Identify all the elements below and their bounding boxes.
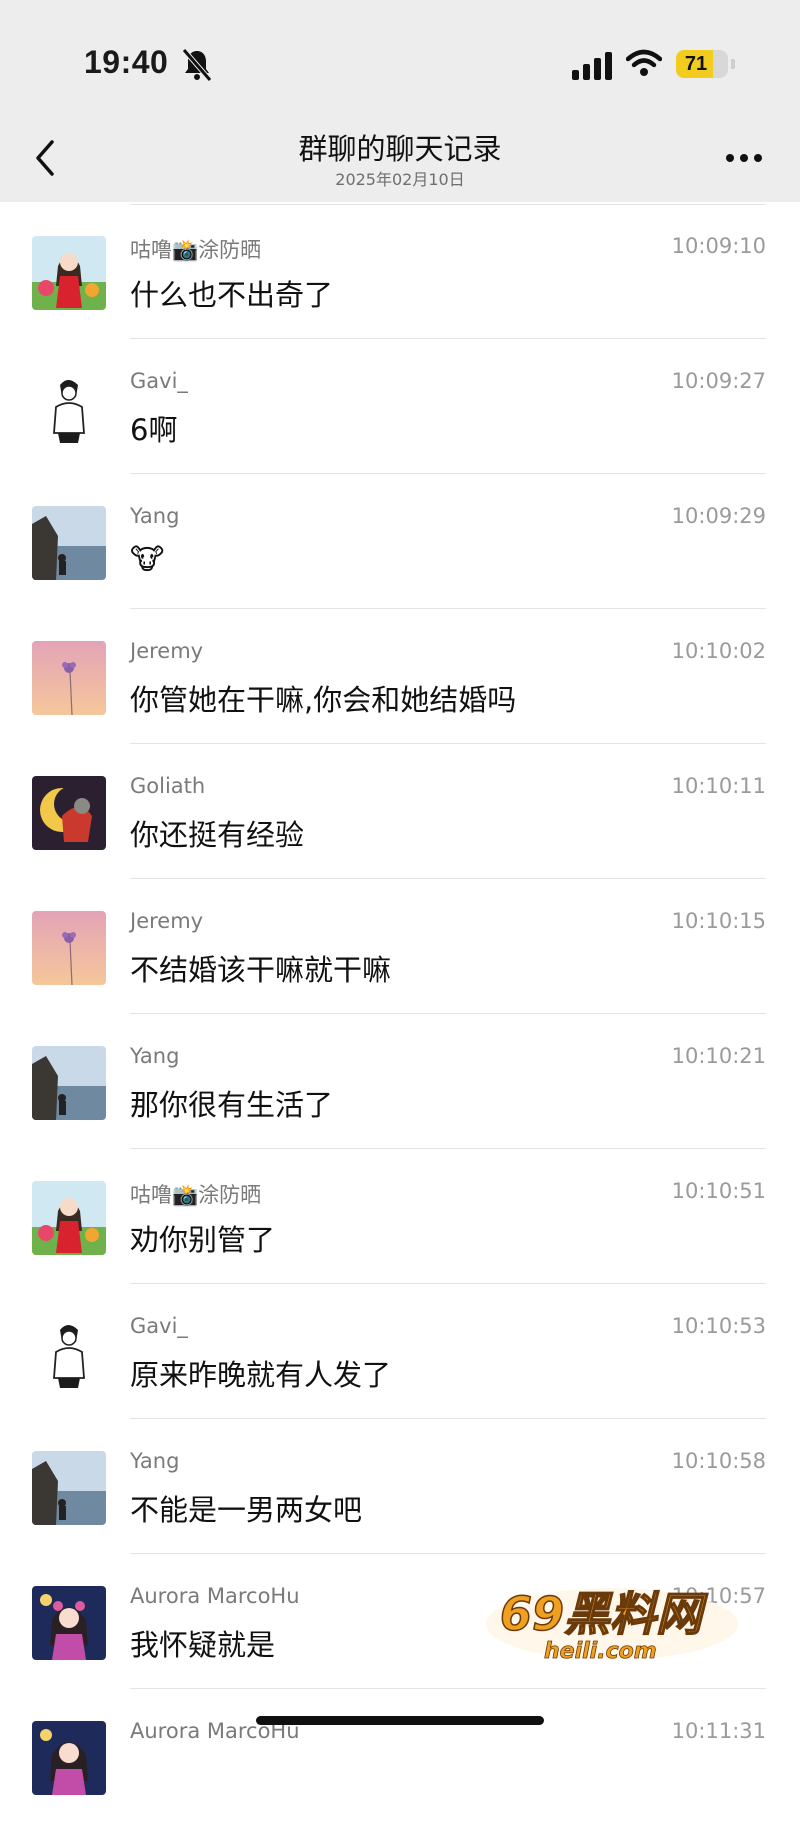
sender-name: Yang xyxy=(130,504,180,528)
status-bar: 19:40 71 xyxy=(0,0,800,110)
avatar[interactable] xyxy=(32,641,106,715)
message-text: 我怀疑就是 xyxy=(130,1628,276,1662)
message-text: 劝你别管了 xyxy=(130,1223,276,1257)
watermark-line1: 69黑料网 xyxy=(500,1587,708,1641)
avatar-flower-icon xyxy=(32,911,106,985)
status-time: 19:40 xyxy=(84,44,169,80)
page-subtitle: 2025年02月10日 xyxy=(335,170,465,189)
sender-name: 咕噜📸涂防晒 xyxy=(130,238,262,262)
message-text: 不结婚该干嘛就干嘛 xyxy=(130,953,392,987)
message-item[interactable]: Yang 10:09:29 🐮 xyxy=(0,474,800,609)
sender-name: Jeremy xyxy=(130,639,204,663)
message-text: 原来昨晚就有人发了 xyxy=(130,1358,392,1392)
message-item[interactable]: Jeremy 10:10:02 你管她在干嘛,你会和她结婚吗 xyxy=(0,609,800,744)
avatar-seaside-icon xyxy=(32,1046,106,1120)
avatar-moon-icon xyxy=(32,776,106,850)
message-item[interactable]: Gavi_ 10:10:53 原来昨晚就有人发了 xyxy=(0,1284,800,1419)
sender-name: Yang xyxy=(130,1449,180,1473)
message-time: 10:10:51 xyxy=(671,1179,766,1203)
avatar-sketch-icon xyxy=(32,371,106,445)
avatar-anime-icon xyxy=(32,1721,106,1795)
battery-indicator: 71 xyxy=(676,50,728,78)
avatar-anime-icon xyxy=(32,1586,106,1660)
signal-icon xyxy=(572,52,612,80)
sender-name: Yang xyxy=(130,1044,180,1068)
sender-name: Gavi_ xyxy=(130,369,188,393)
message-text: 🐮 xyxy=(130,542,165,576)
message-text: 6啊 xyxy=(130,413,178,447)
message-time: 10:10:21 xyxy=(671,1044,766,1068)
message-text: 那你很有生活了 xyxy=(130,1088,334,1122)
battery-cap xyxy=(731,59,735,69)
wifi-icon xyxy=(626,49,662,76)
message-time: 10:10:58 xyxy=(671,1449,766,1473)
avatar[interactable] xyxy=(32,1046,106,1120)
battery-level: 71 xyxy=(684,53,708,75)
avatar-girl-icon xyxy=(32,1181,106,1255)
message-item[interactable]: Gavi_ 10:09:27 6啊 xyxy=(0,339,800,474)
watermark-line2: heili.com xyxy=(544,1639,657,1664)
sender-name: Gavi_ xyxy=(130,1314,188,1338)
message-text: 什么也不出奇了 xyxy=(130,278,334,312)
message-time: 10:10:15 xyxy=(671,909,766,933)
message-time: 10:09:29 xyxy=(671,504,766,528)
avatar[interactable] xyxy=(32,371,106,445)
message-item[interactable]: Aurora MarcoHu 10:11:31 xyxy=(0,1689,800,1824)
bell-slash-icon xyxy=(182,48,212,82)
message-item[interactable]: 咕噜📸涂防晒 10:10:51 劝你别管了 xyxy=(0,1149,800,1284)
message-time: 10:09:27 xyxy=(671,369,766,393)
message-time: 10:10:53 xyxy=(671,1314,766,1338)
watermark-logo: 69黑料网 heili.com xyxy=(486,1586,738,1664)
message-item[interactable]: Goliath 10:10:11 你还挺有经验 xyxy=(0,744,800,879)
avatar[interactable] xyxy=(32,1181,106,1255)
message-text: 你管她在干嘛,你会和她结婚吗 xyxy=(130,683,517,717)
avatar[interactable] xyxy=(32,236,106,310)
avatar-seaside-icon xyxy=(32,1451,106,1525)
avatar-sketch-icon xyxy=(32,1316,106,1390)
sender-name: Jeremy xyxy=(130,909,204,933)
avatar-flower-icon xyxy=(32,641,106,715)
nav-bar: 群聊的聊天记录 2025年02月10日 xyxy=(0,110,800,202)
message-time: 10:09:10 xyxy=(671,234,766,258)
message-text: 你还挺有经验 xyxy=(130,818,305,852)
sender-name: Goliath xyxy=(130,774,206,798)
sender-name: 咕噜📸涂防晒 xyxy=(130,1183,262,1207)
avatar[interactable] xyxy=(32,1451,106,1525)
sender-name: Aurora MarcoHu xyxy=(130,1584,300,1608)
message-item[interactable]: Yang 10:10:58 不能是一男两女吧 xyxy=(0,1419,800,1554)
avatar-seaside-icon xyxy=(32,506,106,580)
message-time: 10:10:02 xyxy=(671,639,766,663)
message-item[interactable]: Jeremy 10:10:15 不结婚该干嘛就干嘛 xyxy=(0,879,800,1014)
avatar[interactable] xyxy=(32,1586,106,1660)
message-time: 10:11:31 xyxy=(671,1719,766,1743)
message-text: 不能是一男两女吧 xyxy=(130,1493,363,1527)
message-item[interactable]: 咕噜📸涂防晒 10:09:10 什么也不出奇了 xyxy=(0,204,800,339)
avatar-girl-icon xyxy=(32,236,106,310)
avatar[interactable] xyxy=(32,911,106,985)
home-indicator[interactable] xyxy=(256,1716,544,1725)
avatar[interactable] xyxy=(32,506,106,580)
avatar[interactable] xyxy=(32,776,106,850)
page-title: 群聊的聊天记录 xyxy=(298,132,502,166)
avatar[interactable] xyxy=(32,1721,106,1795)
avatar[interactable] xyxy=(32,1316,106,1390)
message-time: 10:10:11 xyxy=(671,774,766,798)
message-item[interactable]: Yang 10:10:21 那你很有生活了 xyxy=(0,1014,800,1149)
more-icon[interactable] xyxy=(724,152,764,164)
